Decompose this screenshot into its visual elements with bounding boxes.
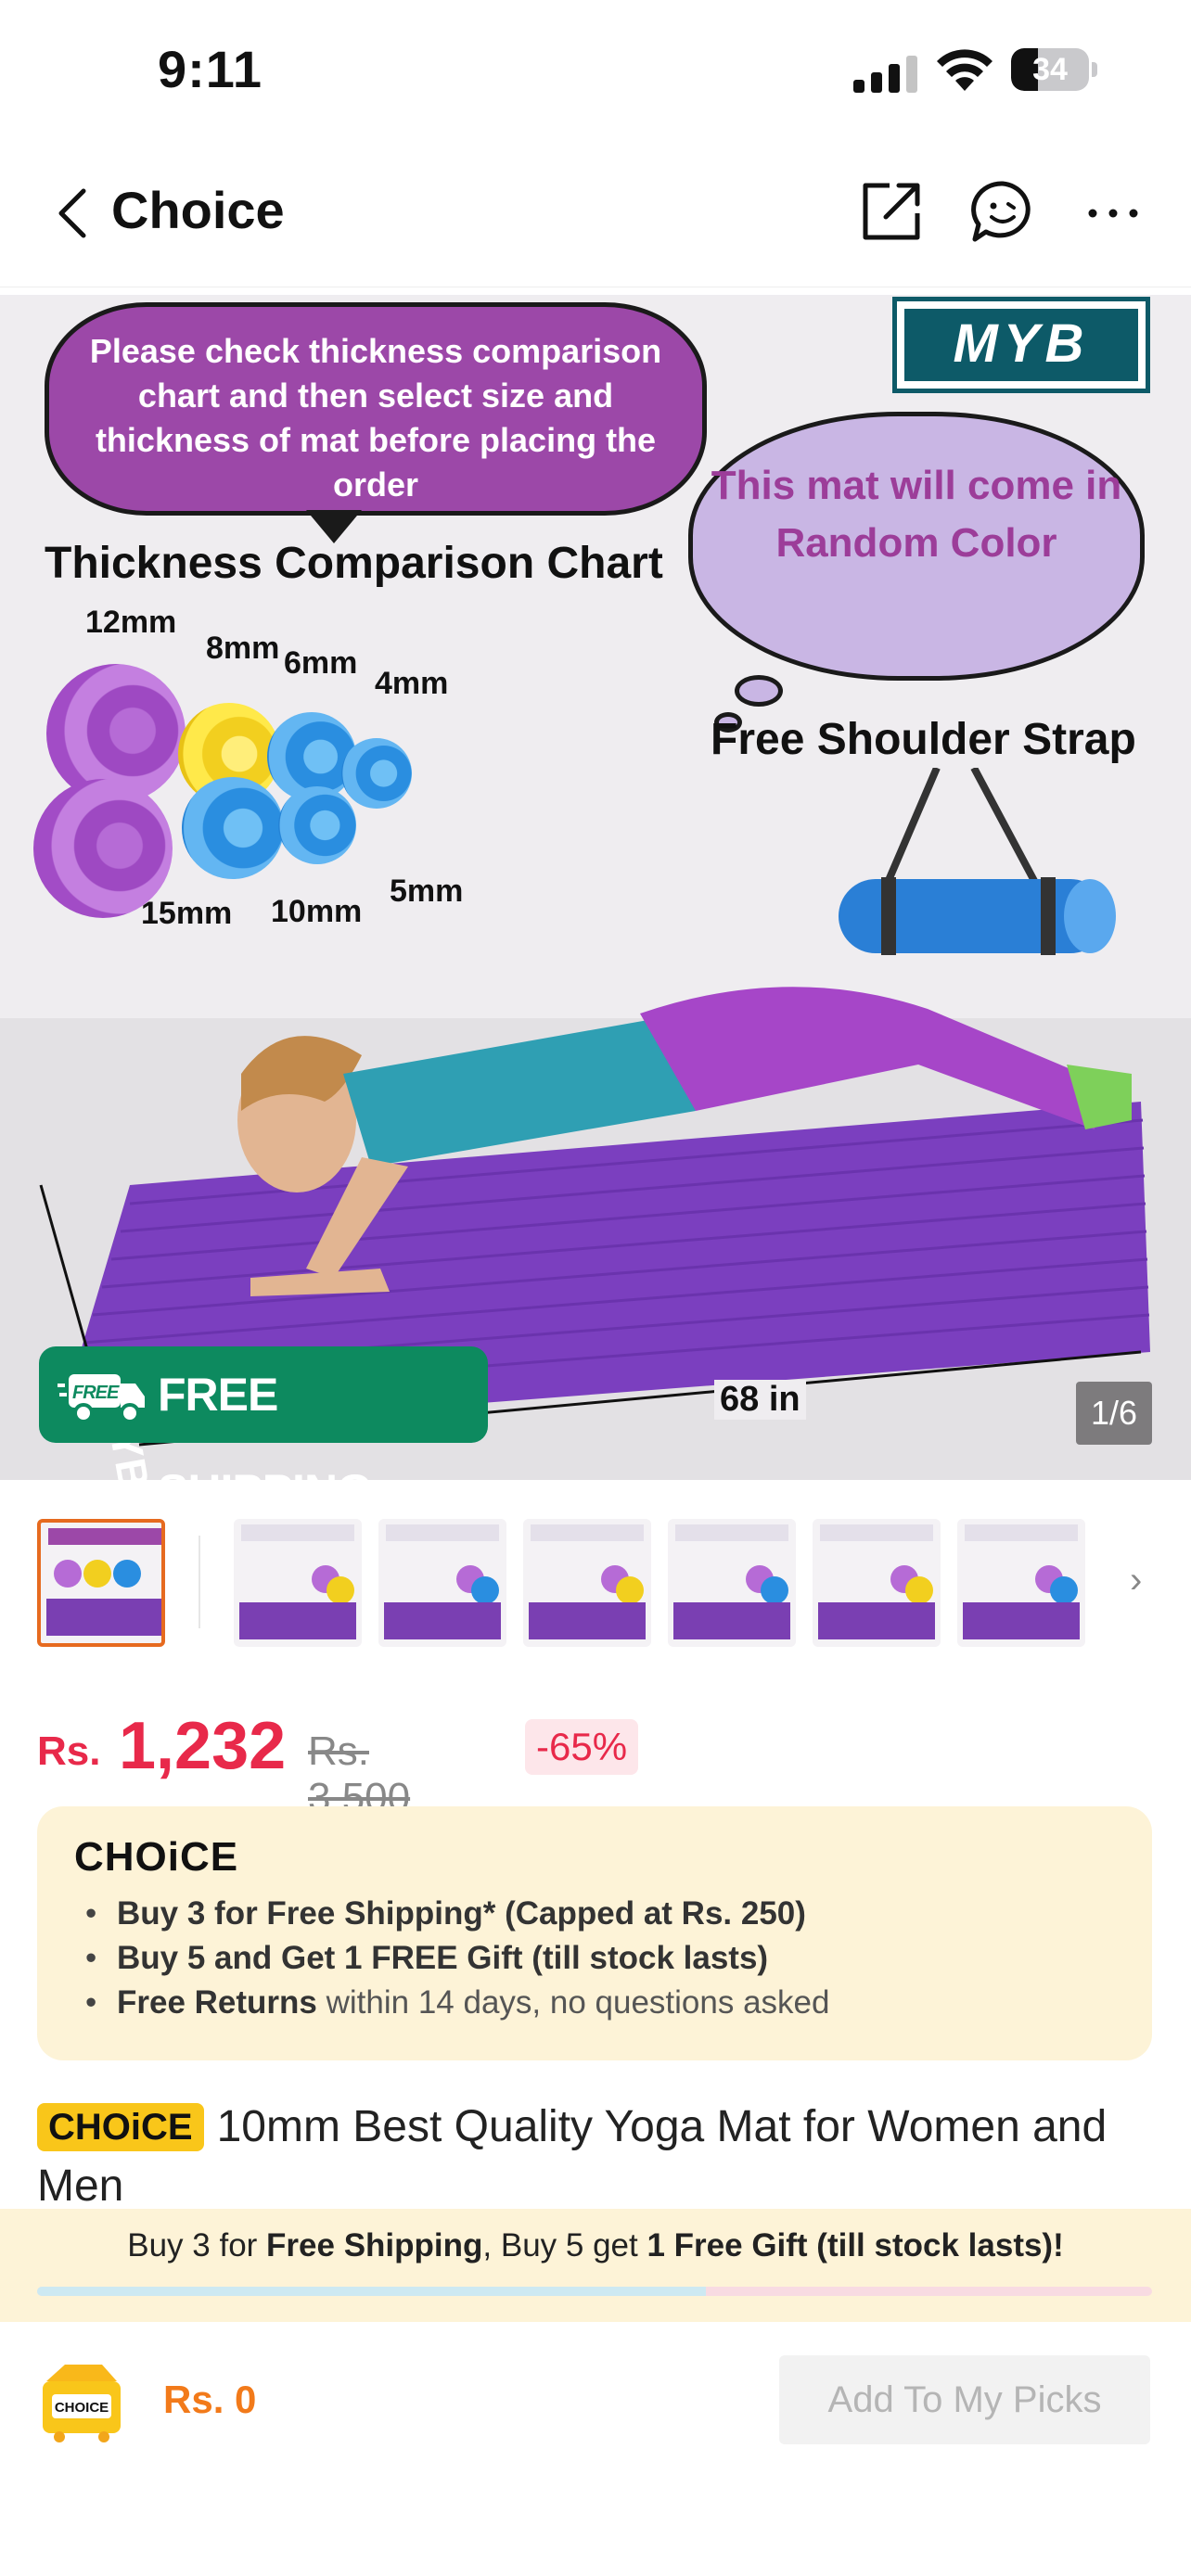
cart-price: Rs. 0 bbox=[163, 2378, 257, 2421]
promo-progress-bar bbox=[37, 2287, 1152, 2296]
promo-banner[interactable]: Buy 3 for Free Shipping, Buy 5 get 1 Fre… bbox=[0, 2209, 1191, 2322]
thumbnail-3[interactable] bbox=[378, 1519, 506, 1647]
page-title: Choice bbox=[111, 181, 285, 239]
mat-length-label: 68 in bbox=[714, 1380, 806, 1420]
choice-badge: CHOiCE bbox=[37, 2103, 204, 2151]
label-6mm: 6mm bbox=[284, 645, 358, 681]
label-12mm: 12mm bbox=[85, 605, 177, 640]
cellular-signal-icon bbox=[853, 56, 917, 93]
mat-roll-10mm bbox=[182, 777, 284, 879]
thumbnail-2[interactable] bbox=[234, 1519, 362, 1647]
mat-roll-5mm bbox=[278, 786, 356, 864]
svg-text:FREE: FREE bbox=[72, 1383, 120, 1403]
thumbnail-7[interactable] bbox=[957, 1519, 1085, 1647]
chevron-right-icon[interactable]: › bbox=[1130, 1560, 1142, 1601]
price-currency: Rs. bbox=[37, 1728, 101, 1774]
chart-title: Thickness Comparison Chart bbox=[45, 539, 663, 588]
status-bar: 9:11 34 bbox=[0, 0, 1191, 139]
thumbnail-6[interactable] bbox=[813, 1519, 941, 1647]
brand-logo: MYB bbox=[892, 297, 1150, 393]
mat-roll-4mm bbox=[341, 738, 412, 809]
nav-bar: Choice bbox=[0, 139, 1191, 287]
woman-plank-figure bbox=[237, 987, 1132, 1296]
discount-badge: -65% bbox=[525, 1719, 639, 1775]
free-shipping-label: FREE SHIPPING bbox=[158, 1369, 373, 1480]
truck-icon: FREE bbox=[58, 1374, 145, 1423]
free-shipping-badge: FREE FREE SHIPPING bbox=[39, 1346, 488, 1480]
choice-cart-icon[interactable]: CHOICE bbox=[37, 2361, 126, 2444]
battery-icon: 34 bbox=[1011, 48, 1097, 91]
more-icon[interactable] bbox=[1085, 195, 1141, 232]
svg-text:CHOICE: CHOICE bbox=[55, 2400, 109, 2416]
price-current: 1,232 bbox=[119, 1709, 287, 1783]
choice-logo: CHOiCE bbox=[74, 1834, 239, 1880]
share-icon[interactable] bbox=[858, 178, 925, 245]
benefit-item: Buy 3 for Free Shipping* (Capped at Rs. … bbox=[85, 1892, 829, 1936]
wifi-icon bbox=[937, 49, 992, 91]
chat-smile-icon[interactable] bbox=[969, 178, 1036, 245]
benefit-item: Buy 5 and Get 1 FREE Gift (till stock la… bbox=[85, 1936, 829, 1981]
thumbnail-4[interactable] bbox=[523, 1519, 651, 1647]
label-5mm: 5mm bbox=[390, 874, 464, 909]
battery-percent: 34 bbox=[1032, 52, 1068, 87]
thickness-callout: Please check thickness comparison chart … bbox=[45, 302, 707, 516]
thumbnail-1[interactable] bbox=[37, 1519, 165, 1647]
product-title: CHOiCE 10mm Best Quality Yoga Mat for Wom… bbox=[37, 2098, 1159, 2216]
label-15mm: 15mm bbox=[141, 896, 233, 931]
thumbnail-5[interactable] bbox=[668, 1519, 796, 1647]
bottom-action-bar: CHOICE Rs. 0 Add To My Picks bbox=[0, 2322, 1191, 2576]
label-8mm: 8mm bbox=[206, 631, 280, 666]
label-10mm: 10mm bbox=[271, 894, 363, 929]
add-to-picks-button[interactable]: Add To My Picks bbox=[779, 2355, 1150, 2444]
status-time: 9:11 bbox=[158, 40, 263, 98]
thumbnail-strip[interactable]: › bbox=[0, 1515, 1191, 1651]
benefits-list: Buy 3 for Free Shipping* (Capped at Rs. … bbox=[85, 1892, 829, 2025]
random-color-cloud: This mat will come in Random Color bbox=[688, 412, 1145, 681]
image-counter: 1/6 bbox=[1076, 1382, 1152, 1445]
shoulder-strap-mat bbox=[839, 768, 1116, 955]
choice-benefits-box[interactable]: CHOiCE Buy 3 for Free Shipping* (Capped … bbox=[37, 1806, 1152, 2060]
promo-text: Buy 3 for Free Shipping, Buy 5 get 1 Fre… bbox=[127, 2227, 1064, 2264]
benefit-item: Free Returns within 14 days, no question… bbox=[85, 1981, 829, 2025]
product-image[interactable]: MYB Please check thickness comparison ch… bbox=[0, 295, 1191, 1480]
label-4mm: 4mm bbox=[375, 666, 449, 701]
strap-title: Free Shoulder Strap bbox=[711, 715, 1136, 764]
chevron-left-icon[interactable] bbox=[46, 184, 102, 243]
